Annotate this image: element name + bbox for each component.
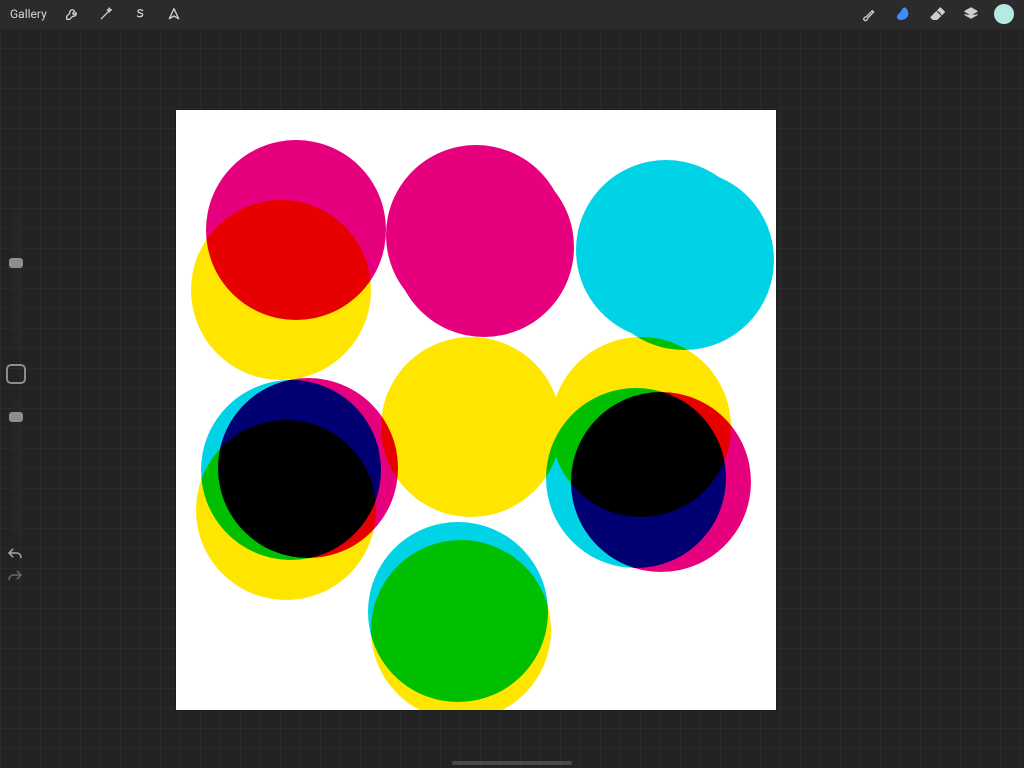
brush-tool-icon[interactable] xyxy=(854,0,884,28)
opacity-slider[interactable] xyxy=(13,398,19,538)
gallery-button[interactable]: Gallery xyxy=(6,7,55,21)
brush-size-knob[interactable] xyxy=(9,258,23,268)
color-swatch[interactable] xyxy=(994,4,1014,24)
modify-square-button[interactable] xyxy=(6,364,26,384)
undo-redo-group xyxy=(6,545,26,583)
home-indicator xyxy=(452,761,572,765)
adjustments-wand-icon[interactable] xyxy=(91,0,121,28)
brush-size-slider[interactable] xyxy=(13,210,19,350)
redo-button[interactable] xyxy=(6,567,26,583)
artwork-canvas[interactable] xyxy=(176,110,776,710)
transform-arrow-icon[interactable] xyxy=(159,0,189,28)
workspace-grid[interactable] xyxy=(0,28,1024,768)
undo-button[interactable] xyxy=(6,545,26,561)
actions-wrench-icon[interactable] xyxy=(57,0,87,28)
selection-s-icon[interactable] xyxy=(125,0,155,28)
top-toolbar: Gallery xyxy=(0,0,1024,28)
layers-icon[interactable] xyxy=(956,0,986,28)
eraser-tool-icon[interactable] xyxy=(922,0,952,28)
smudge-tool-icon[interactable] xyxy=(888,0,918,28)
opacity-knob[interactable] xyxy=(9,412,23,422)
side-slider-rail xyxy=(4,210,28,538)
